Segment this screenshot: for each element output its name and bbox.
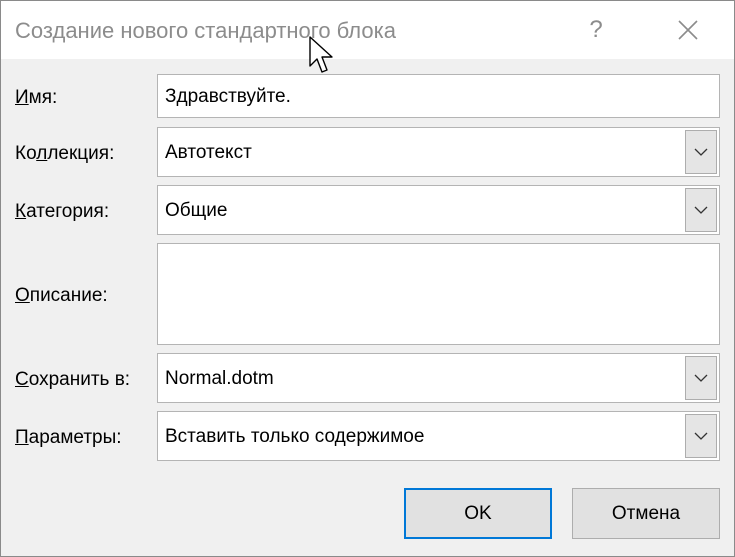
chevron-down-icon [694, 148, 708, 156]
options-label: Параметры: [15, 427, 122, 448]
title-bar: Создание нового стандартного блока ? [1, 1, 734, 59]
help-icon: ? [589, 16, 603, 43]
options-select-value: Вставить только содержимое [165, 426, 425, 447]
chevron-down-icon [694, 432, 708, 440]
description-textarea[interactable] [157, 243, 720, 345]
name-input[interactable]: Здравствуйте. [157, 74, 720, 118]
create-building-block-dialog: Создание нового стандартного блока ? Имя… [0, 0, 735, 557]
category-select[interactable]: Общие [157, 185, 720, 235]
save-in-select-value: Normal.dotm [165, 368, 274, 389]
options-select[interactable]: Вставить только содержимое [157, 411, 720, 461]
description-label: Описание: [15, 285, 108, 306]
gallery-label: Коллекция: [15, 143, 115, 164]
options-dropdown-button[interactable] [685, 414, 717, 458]
dialog-title: Создание нового стандартного блока [15, 18, 396, 43]
chevron-down-icon [694, 206, 708, 214]
help-button[interactable]: ? [569, 9, 623, 51]
save-in-select[interactable]: Normal.dotm [157, 353, 720, 403]
close-button[interactable] [661, 9, 715, 51]
category-dropdown-button[interactable] [685, 188, 717, 232]
mouse-cursor-icon [309, 36, 333, 73]
save-in-dropdown-button[interactable] [685, 356, 717, 400]
name-input-value: Здравствуйте. [165, 86, 291, 107]
close-icon [678, 20, 698, 40]
name-label: Имя: [15, 87, 58, 108]
gallery-select[interactable]: Автотекст [157, 127, 720, 177]
category-label: Категория: [15, 201, 110, 222]
category-select-value: Общие [165, 200, 228, 221]
save-in-label: Сохранить в: [15, 369, 131, 390]
gallery-select-value: Автотекст [165, 142, 252, 163]
cancel-button[interactable]: Отмена [572, 488, 720, 539]
gallery-dropdown-button[interactable] [685, 130, 717, 174]
ok-button[interactable]: OK [404, 488, 552, 539]
chevron-down-icon [694, 374, 708, 382]
